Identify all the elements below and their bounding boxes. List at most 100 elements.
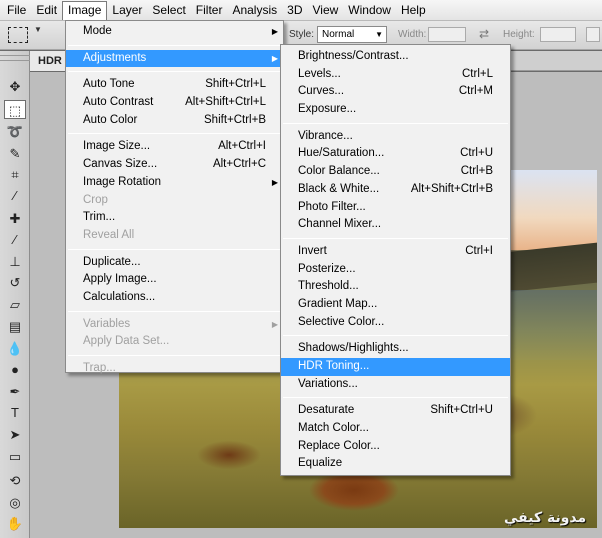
menu-edit[interactable]: Edit [31,1,62,20]
menu-item-image-rotation[interactable]: Image Rotation ▶ [66,174,283,192]
menu-item-invert[interactable]: Invert Ctrl+I [281,243,510,261]
menu-item-threshold[interactable]: Threshold... [281,278,510,296]
menu-separator [283,397,508,399]
menu-item-apply-data-set: Apply Data Set... [66,333,283,351]
menu-item-shortcut: Shift+Ctrl+B [204,113,266,126]
lasso-tool-icon[interactable]: ➰ [4,122,26,141]
menu-item-photo-filter[interactable]: Photo Filter... [281,199,510,217]
menu-item-color-balance[interactable]: Color Balance... Ctrl+B [281,163,510,181]
3d-orbit-tool-icon[interactable]: ◎ [4,493,26,512]
menu-item-equalize[interactable]: Equalize [281,455,510,473]
menu-window[interactable]: Window [343,1,396,20]
menu-item-variations[interactable]: Variations... [281,376,510,394]
quick-select-tool-icon[interactable]: ✎ [4,144,26,163]
menu-separator [68,133,281,135]
menu-item-shortcut: Shift+Ctrl+L [205,78,266,91]
menu-item-posterize[interactable]: Posterize... [281,261,510,279]
menu-item-curves[interactable]: Curves... Ctrl+M [281,83,510,101]
gradient-tool-icon[interactable]: ▤ [4,317,26,336]
menu-item-brightness-contrast[interactable]: Brightness/Contrast... [281,48,510,66]
menu-item-vibrance[interactable]: Vibrance... [281,128,510,146]
height-label: Height: [503,29,535,40]
menu-item-replace-color[interactable]: Replace Color... [281,438,510,456]
menu-item-label: Auto Contrast [83,96,154,109]
style-select[interactable]: Normal ▼ [317,26,387,43]
marquee-tool-icon[interactable]: ⬚ [4,100,26,119]
menu-item-label: Image Size... [83,140,151,153]
menu-item-label: Posterize... [298,262,356,275]
hand-tool-icon[interactable]: ✋ [4,514,26,533]
menu-select[interactable]: Select [147,1,190,20]
healing-brush-tool-icon[interactable]: ✚ [4,209,26,228]
menu-item-match-color[interactable]: Match Color... [281,420,510,438]
menu-item-label: Apply Image... [83,273,157,286]
menu-layer[interactable]: Layer [107,1,147,20]
clone-stamp-tool-icon[interactable]: ⊥ [4,252,26,271]
menu-item-duplicate[interactable]: Duplicate... [66,254,283,272]
menu-item-reveal-all: Reveal All [66,227,283,245]
menu-item-auto-tone[interactable]: Auto Tone Shift+Ctrl+L [66,76,283,94]
menu-item-trim[interactable]: Trim... [66,209,283,227]
menu-item-label: Duplicate... [83,255,141,268]
eyedropper-tool-icon[interactable]: ⁄ [4,186,26,205]
menu-item-hdr-toning[interactable]: HDR Toning... [281,358,510,376]
menu-item-channel-mixer[interactable]: Channel Mixer... [281,216,510,234]
menu-item-label: Channel Mixer... [298,218,382,231]
menu-item-gradient-map[interactable]: Gradient Map... [281,296,510,314]
menu-item-apply-image[interactable]: Apply Image... [66,271,283,289]
height-input[interactable] [540,27,576,42]
menu-item-auto-color[interactable]: Auto Color Shift+Ctrl+B [66,112,283,130]
width-input[interactable] [428,27,466,42]
menu-item-selective-color[interactable]: Selective Color... [281,314,510,332]
menu-file[interactable]: File [2,1,31,20]
menu-item-levels[interactable]: Levels... Ctrl+L [281,66,510,84]
menu-item-calculations[interactable]: Calculations... [66,289,283,307]
menu-item-image-size[interactable]: Image Size... Alt+Ctrl+I [66,138,283,156]
type-tool-icon[interactable]: T [4,403,26,422]
menu-item-shortcut: Alt+Shift+Ctrl+B [410,182,493,195]
shape-tool-icon[interactable]: ▭ [4,447,26,466]
menu-item-adjustments[interactable]: Adjustments ▶ [66,49,283,68]
document-tab[interactable]: HDR [30,51,70,71]
menu-item-label: Match Color... [298,422,369,435]
chevron-down-icon: ▼ [375,30,383,39]
history-brush-tool-icon[interactable]: ↺ [4,273,26,292]
preset-dropdown-icon[interactable]: ▼ [34,25,42,34]
menu-view[interactable]: View [307,1,343,20]
menu-item-shadows-highlights[interactable]: Shadows/Highlights... [281,340,510,358]
menu-separator [68,355,281,356]
menu-item-label: Gradient Map... [298,297,378,310]
menu-item-black-white[interactable]: Black & White... Alt+Shift+Ctrl+B [281,181,510,199]
menu-image[interactable]: Image [62,0,108,20]
menu-item-hue-saturation[interactable]: Hue/Saturation... Ctrl+U [281,145,510,163]
refine-edge-button[interactable] [586,27,600,42]
menu-item-label: Invert [298,244,327,257]
menu-help[interactable]: Help [396,1,431,20]
menu-separator [283,122,508,124]
eraser-tool-icon[interactable]: ▱ [4,295,26,314]
menu-item-auto-contrast[interactable]: Auto Contrast Alt+Shift+Ctrl+L [66,94,283,112]
pen-tool-icon[interactable]: ✒ [4,382,26,401]
menu-separator [68,248,281,250]
rect-marquee-preset-icon[interactable] [8,27,28,43]
move-tool-icon[interactable]: ✥ [4,77,26,96]
image-menu: Mode ▶ Adjustments ▶ Auto Tone Shift+Ctr… [65,20,284,374]
blur-tool-icon[interactable]: 💧 [4,339,26,358]
brush-tool-icon[interactable]: ∕ [4,230,26,249]
crop-tool-icon[interactable]: ⌗ [4,165,26,184]
dodge-tool-icon[interactable]: ● [4,360,26,379]
path-select-tool-icon[interactable]: ➤ [4,425,26,444]
3d-rotate-tool-icon[interactable]: ⟲ [4,471,26,490]
menu-item-mode[interactable]: Mode ▶ [66,23,283,41]
menu-item-shortcut: Ctrl+U [460,147,493,160]
menu-analysis[interactable]: Analysis [227,1,282,20]
toolbox-grip[interactable] [0,55,30,61]
swap-icon[interactable]: ⇄ [479,27,489,41]
menu-item-exposure[interactable]: Exposure... [281,101,510,119]
menu-item-canvas-size[interactable]: Canvas Size... Alt+Ctrl+C [66,156,283,174]
menu-item-desaturate[interactable]: Desaturate Shift+Ctrl+U [281,402,510,420]
menu-item-label: Image Rotation [83,175,161,188]
menu-3d[interactable]: 3D [282,1,307,20]
menu-filter[interactable]: Filter [191,1,228,20]
menu-item-label: Selective Color... [298,315,385,328]
